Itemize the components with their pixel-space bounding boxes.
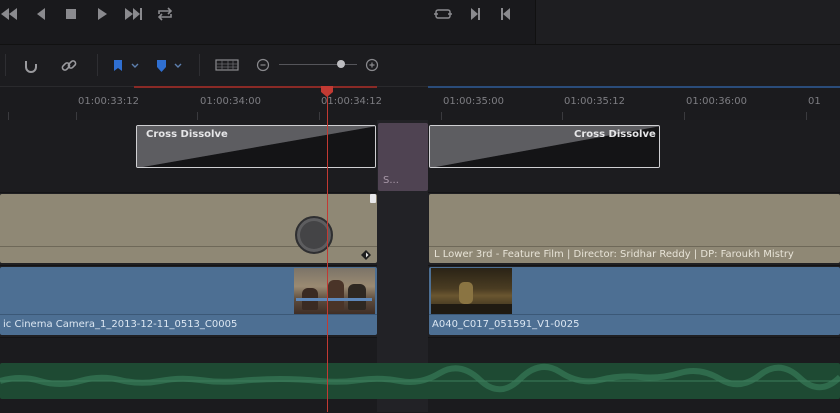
skip-to-end-icon[interactable] xyxy=(122,5,144,23)
clip-divider xyxy=(429,314,840,315)
ruler-tick xyxy=(441,112,442,120)
ruler-timecode: 01 xyxy=(808,96,821,107)
thumbnail-figure xyxy=(328,280,344,310)
clip-thumbnail xyxy=(431,268,512,314)
ruler-timecode: 01:00:34:12 xyxy=(321,96,383,107)
thumbnail-figure xyxy=(459,282,473,304)
cross-dissolve-transition[interactable]: Cross Dissolve xyxy=(136,125,376,168)
clip-trim-handle[interactable] xyxy=(370,194,376,203)
thumbnail-figure xyxy=(348,284,366,310)
clip-label: L Lower 3rd - Feature Film | Director: S… xyxy=(434,249,794,260)
play-icon[interactable] xyxy=(91,5,113,23)
ruler-tick xyxy=(8,112,9,120)
linked-selection-icon[interactable] xyxy=(59,56,79,76)
zoom-slider[interactable] xyxy=(279,64,357,65)
rendered-range xyxy=(428,86,840,88)
ruler-tick xyxy=(319,112,320,120)
ruler-tick xyxy=(76,112,77,120)
title-clip[interactable]: L Lower 3rd - Feature Film | Director: S… xyxy=(429,194,840,263)
video-clip[interactable]: ic Cinema Camera_1_2013-12-11_0513_C0005 xyxy=(0,267,377,335)
video-clip[interactable]: A040_C017_051591_V1-0025 xyxy=(429,267,840,335)
ruler-timecode: 01:00:34:00 xyxy=(200,96,262,107)
loop-icon[interactable] xyxy=(154,5,176,23)
cross-dissolve-transition[interactable]: Cross Dissolve xyxy=(429,125,660,168)
zoom-in-icon[interactable] xyxy=(364,57,380,73)
play-reverse-icon[interactable] xyxy=(30,5,52,23)
skip-to-start-icon[interactable] xyxy=(0,5,20,23)
ruler-timecode: 01:00:35:12 xyxy=(564,96,626,107)
keyframe-icon[interactable] xyxy=(361,250,371,260)
thumbnail-floor xyxy=(431,304,512,314)
match-frame-icon[interactable] xyxy=(432,5,454,23)
toolbar-divider xyxy=(97,54,98,76)
previous-frame-icon[interactable] xyxy=(495,5,517,23)
ruler-timecode: 01:00:36:00 xyxy=(686,96,748,107)
ruler-tick xyxy=(806,112,807,120)
in-out-range xyxy=(134,86,377,88)
zoom-out-icon[interactable] xyxy=(255,57,271,73)
audio-waveform xyxy=(0,363,840,393)
ruler-tick xyxy=(684,112,685,120)
ruler-timecode: 01:00:35:00 xyxy=(443,96,505,107)
flag-icon[interactable] xyxy=(111,58,141,74)
transition-label: Cross Dissolve xyxy=(146,129,228,140)
clip-thumbnail xyxy=(294,268,375,314)
ruler-timecode: 01:00:33:12 xyxy=(78,96,140,107)
next-frame-icon[interactable] xyxy=(464,5,486,23)
ruler-tick xyxy=(562,112,563,120)
clip-divider xyxy=(429,246,840,247)
short-clip-label: S... xyxy=(383,175,399,186)
toolbar-divider xyxy=(199,54,200,76)
track-height-icon[interactable] xyxy=(214,58,240,72)
playhead-handle[interactable] xyxy=(320,86,334,97)
snapping-magnet-icon[interactable] xyxy=(21,56,41,76)
toolbar-divider xyxy=(5,54,6,76)
playhead-line[interactable] xyxy=(327,88,328,412)
ruler-tick xyxy=(197,112,198,120)
audio-clip[interactable] xyxy=(0,363,840,399)
clip-label: A040_C017_051591_V1-0025 xyxy=(432,319,580,330)
thumbnail-hammock xyxy=(296,298,372,301)
viewer-controls xyxy=(535,0,840,44)
transition-label: Cross Dissolve xyxy=(574,129,656,140)
clip-divider xyxy=(0,314,377,315)
clip-label: ic Cinema Camera_1_2013-12-11_0513_C0005 xyxy=(3,319,238,330)
marker-icon[interactable] xyxy=(154,58,184,74)
short-clip[interactable]: S... xyxy=(378,123,428,191)
stop-icon[interactable] xyxy=(60,5,82,23)
